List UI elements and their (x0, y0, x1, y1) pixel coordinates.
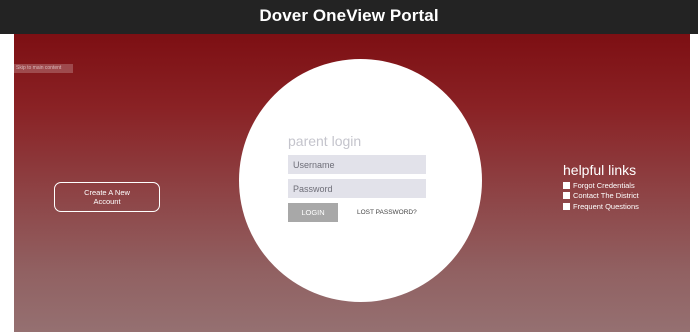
main-panel: Skip to main content Create A New Accoun… (14, 34, 690, 332)
username-input[interactable] (288, 155, 426, 174)
helpful-link-forgot-credentials[interactable]: Forgot Credentials (563, 180, 683, 191)
helpful-link-contact-district[interactable]: Contact The District (563, 191, 683, 202)
create-account-button[interactable]: Create A New Account (54, 182, 160, 212)
login-title: parent login (288, 133, 362, 149)
checkbox-icon (563, 192, 570, 200)
left-margin (0, 34, 14, 332)
right-margin (690, 34, 698, 332)
checkbox-icon (563, 181, 570, 189)
header-bar: Dover OneView Portal (0, 0, 698, 34)
page-title: Dover OneView Portal (259, 6, 439, 25)
create-account-label-line2: Account (93, 197, 121, 206)
helpful-links: helpful links Forgot Credentials Contact… (563, 162, 683, 212)
helpful-link-label: Forgot Credentials (573, 180, 635, 190)
helpful-link-label: Contact The District (573, 191, 639, 201)
login-button[interactable]: LOGIN (288, 203, 338, 222)
login-form: parent login LOGIN LOST PASSWORD? (288, 133, 428, 222)
checkbox-icon (563, 202, 570, 210)
helpful-links-title: helpful links (563, 162, 637, 178)
helpful-link-frequent-questions[interactable]: Frequent Questions (563, 201, 683, 212)
lost-password-link[interactable]: LOST PASSWORD? (357, 209, 417, 216)
create-account-label-line1: Create A New (84, 188, 130, 197)
helpful-link-label: Frequent Questions (573, 201, 639, 211)
login-actions: LOGIN LOST PASSWORD? (288, 203, 428, 222)
page: Dover OneView Portal Skip to main conten… (0, 0, 698, 332)
password-input[interactable] (288, 179, 426, 198)
skip-link[interactable]: Skip to main content (14, 64, 73, 73)
